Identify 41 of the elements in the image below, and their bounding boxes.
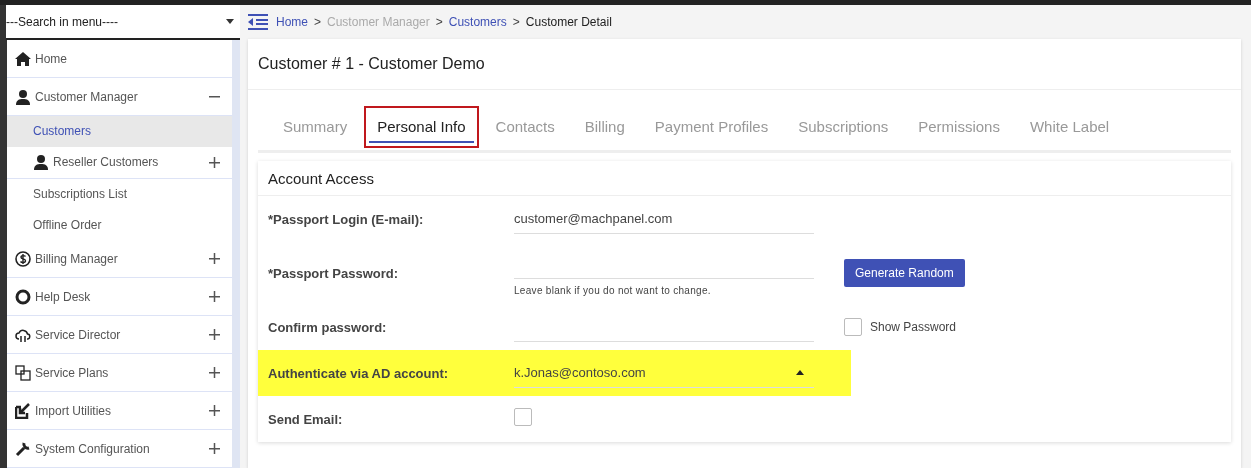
generate-button[interactable]: Generate Random [844, 259, 965, 287]
user-icon [15, 88, 31, 105]
home-icon [15, 50, 31, 67]
import-icon [15, 402, 31, 419]
menu-icon[interactable] [248, 14, 270, 30]
current-page-text: Customer Detail [525, 15, 612, 29]
scrollbar[interactable] [232, 40, 240, 468]
field-label: Authenticate via AD account: [268, 365, 450, 381]
checkbox-label: Show Password [870, 320, 957, 334]
lifebuoy-icon [15, 288, 31, 305]
caret-icon [226, 19, 234, 24]
plans-icon [15, 364, 31, 381]
expand-icon[interactable] [209, 156, 220, 168]
breadcrumb-link[interactable]: Home [276, 15, 308, 29]
section-title: Account Access [258, 161, 1231, 196]
field-label: *Passport Password: [268, 265, 400, 281]
dollar-icon [15, 250, 31, 267]
expand-icon[interactable] [209, 443, 220, 454]
page-title: Customer # 1 - Customer Demo [248, 39, 1241, 90]
caret-icon [796, 370, 804, 375]
hint-text: Leave blank if you do not want to change. [514, 285, 712, 296]
expand-icon[interactable] [209, 367, 220, 378]
breadcrumb-separator: > [512, 15, 520, 29]
email-field[interactable]: customer@machpanel.com [514, 204, 814, 234]
menu-item[interactable]: Customers [7, 116, 232, 147]
checkbox[interactable] [844, 318, 862, 336]
field-label: Send Email: [268, 411, 344, 427]
breadcrumb-link[interactable]: Customers [448, 15, 507, 29]
breadcrumb-separator: > [435, 15, 443, 29]
field-label: Confirm password: [268, 319, 388, 335]
expand-icon[interactable] [209, 253, 220, 264]
expand-icon[interactable] [209, 405, 220, 416]
expand-icon[interactable] [209, 291, 220, 302]
field-label: *Passport Login (E-mail): [268, 211, 425, 227]
wrench-icon [15, 440, 31, 457]
checkbox[interactable] [514, 408, 532, 426]
user-icon [33, 154, 49, 171]
expand-icon[interactable] [209, 329, 220, 340]
tab[interactable]: Personal Info [364, 106, 479, 148]
select-field[interactable]: k.Jonas@contoso.com [514, 358, 814, 388]
breadcrumb-separator: > [314, 15, 322, 29]
